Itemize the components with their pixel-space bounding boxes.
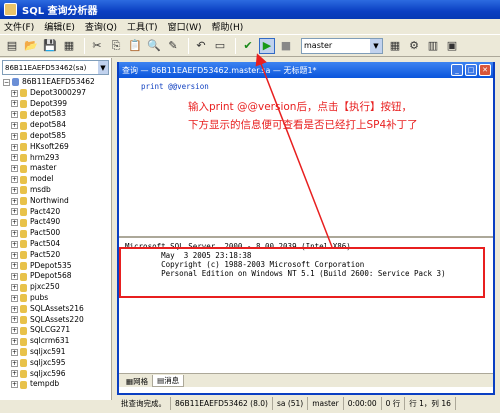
annotation-arrow bbox=[255, 53, 333, 248]
arrow-to-execute bbox=[255, 53, 333, 248]
